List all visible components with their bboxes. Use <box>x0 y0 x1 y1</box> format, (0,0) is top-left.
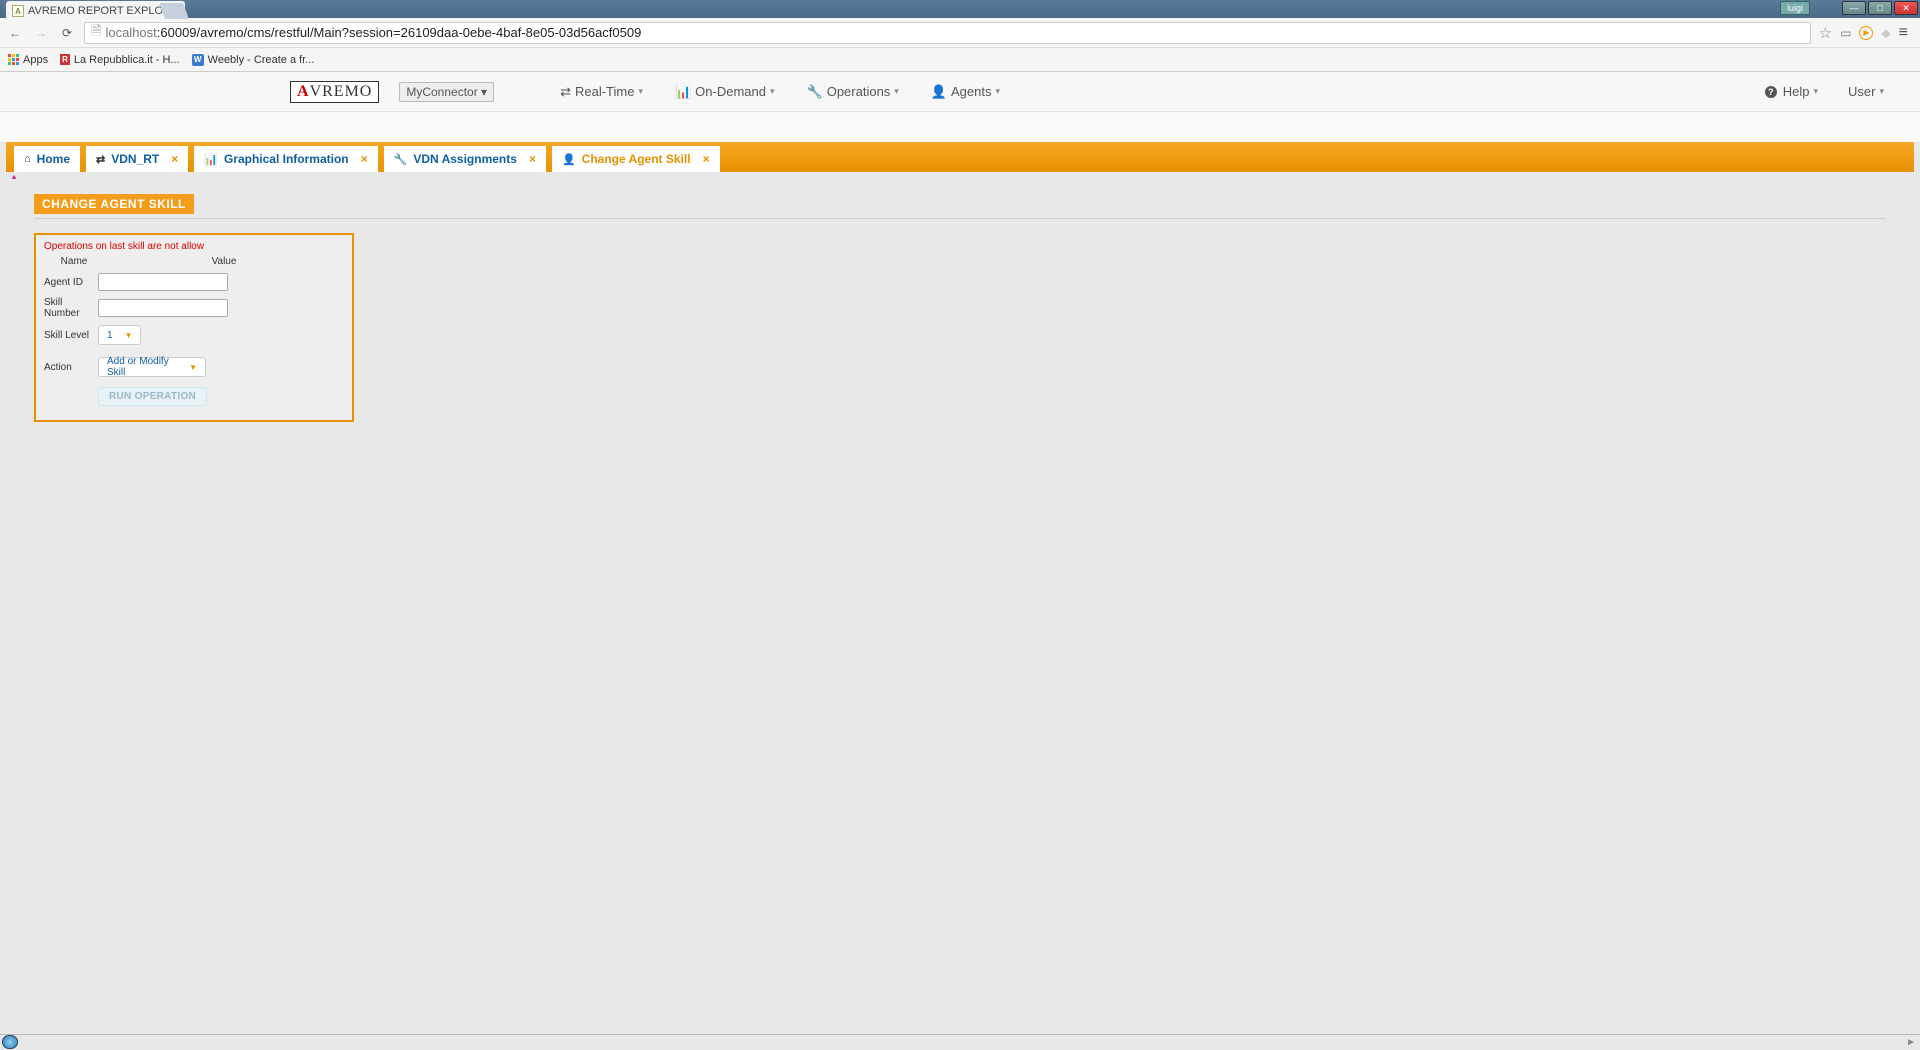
bookmark-apps[interactable]: Apps <box>8 54 48 66</box>
user-icon: 👤 <box>562 153 576 166</box>
label-agent-id: Agent ID <box>44 277 98 288</box>
connector-select[interactable]: MyConnector ▾ <box>399 82 494 102</box>
wrench-icon: 🔧 <box>394 153 408 166</box>
menu-ondemand[interactable]: 📊On-Demand▾ <box>669 80 781 104</box>
tab-change-agent-skill[interactable]: 👤 Change Agent Skill × <box>552 146 720 172</box>
window-minimize-button[interactable]: — <box>1842 1 1866 15</box>
reload-button[interactable]: ⟳ <box>58 24 76 42</box>
chevron-down-icon: ▼ <box>189 363 197 372</box>
app-logo[interactable]: AVREMO <box>290 81 379 103</box>
input-agent-id[interactable] <box>98 273 228 291</box>
devices-icon[interactable]: ▭ <box>1840 26 1851 40</box>
menu-label: User <box>1848 84 1875 99</box>
menu-label: Agents <box>951 84 991 99</box>
url-input[interactable]: 🗎 localhost:60009/avremo/cms/restful/Mai… <box>84 22 1811 44</box>
chart-icon: 📊 <box>675 84 691 100</box>
col-header-name: Name <box>44 256 104 267</box>
menu-operations[interactable]: 🔧Operations▾ <box>801 80 905 104</box>
tab-home[interactable]: ⌂ Home <box>14 146 80 172</box>
back-button[interactable]: ← <box>6 24 24 42</box>
window-maximize-button[interactable]: □ <box>1868 1 1892 15</box>
refresh-icon: ⇄ <box>560 84 571 100</box>
select-skill-level[interactable]: 1 ▼ <box>98 325 141 345</box>
close-icon[interactable]: × <box>171 152 178 166</box>
bookmark-weebly[interactable]: W Weebly - Create a fr... <box>192 54 315 66</box>
content-tabbar: ⌂ Home ⇄ VDN_RT × 📊 Graphical Informatio… <box>6 142 1914 172</box>
warning-text: Operations on last skill are not allow <box>44 241 344 252</box>
bookmark-label: Weebly - Create a fr... <box>208 54 315 66</box>
apps-icon <box>8 54 19 65</box>
tab-label: VDN_RT <box>111 152 159 166</box>
tab-label: Home <box>37 152 70 166</box>
run-operation-button[interactable]: RUN OPERATION <box>98 387 207 406</box>
menu-help[interactable]: ?Help▾ <box>1759 80 1824 103</box>
tab-label: VDN Assignments <box>413 152 517 166</box>
bookmark-repubblica[interactable]: R La Repubblica.it - H... <box>60 54 180 66</box>
extension-icon[interactable]: ▶ <box>1859 26 1873 40</box>
label-skill-number: Skill Number <box>44 297 98 319</box>
form-panel: Operations on last skill are not allow N… <box>34 233 354 422</box>
extension2-icon[interactable]: ◆ <box>1881 26 1890 40</box>
label-action: Action <box>44 362 98 373</box>
select-value: 1 <box>107 330 113 341</box>
menu-label: Real-Time <box>575 84 634 99</box>
forward-button[interactable]: → <box>32 24 50 42</box>
label-skill-level: Skill Level <box>44 330 98 341</box>
select-value: Add or Modify Skill <box>107 356 177 378</box>
app-header: AVREMO MyConnector ▾ ⇄Real-Time▾ 📊On-Dem… <box>0 72 1920 112</box>
horizontal-scrollbar[interactable]: ◄ ► <box>0 1034 1920 1050</box>
menu-user[interactable]: User▾ <box>1842 80 1890 103</box>
user-icon: 👤 <box>931 84 947 100</box>
close-icon[interactable]: × <box>703 152 710 166</box>
chevron-down-icon: ▼ <box>125 331 133 340</box>
tab-vdn-rt[interactable]: ⇄ VDN_RT × <box>86 146 188 172</box>
close-icon[interactable]: × <box>529 152 536 166</box>
scroll-right-icon[interactable]: ► <box>1906 1037 1916 1048</box>
bookmark-label: Apps <box>23 54 48 66</box>
refresh-icon: ⇄ <box>96 153 105 166</box>
favicon-icon: A <box>12 5 24 17</box>
start-orb-icon[interactable] <box>2 1035 18 1049</box>
bookmark-label: La Repubblica.it - H... <box>74 54 180 66</box>
home-icon: ⌂ <box>24 153 31 165</box>
wrench-icon: 🔧 <box>807 84 823 100</box>
address-bar: ← → ⟳ 🗎 localhost:60009/avremo/cms/restf… <box>0 18 1920 48</box>
browser-tab[interactable]: A AVREMO REPORT EXPLO × <box>6 1 185 21</box>
bookmarks-bar: Apps R La Repubblica.it - H... W Weebly … <box>0 48 1920 72</box>
repubblica-icon: R <box>60 54 70 65</box>
menu-label: On-Demand <box>695 84 766 99</box>
weebly-icon: W <box>192 54 204 66</box>
close-icon[interactable]: × <box>361 152 368 166</box>
url-host: localhost <box>105 25 156 40</box>
divider <box>34 218 1886 219</box>
menu-realtime[interactable]: ⇄Real-Time▾ <box>554 80 649 104</box>
browser-tab-title: AVREMO REPORT EXPLO <box>28 5 163 17</box>
bookmark-star-icon[interactable]: ☆ <box>1819 24 1832 42</box>
tab-vdn-assignments[interactable]: 🔧 VDN Assignments × <box>384 146 546 172</box>
tab-label: Graphical Information <box>224 152 349 166</box>
chrome-menu-icon[interactable]: ≡ <box>1899 24 1908 42</box>
window-close-button[interactable]: ✕ <box>1894 1 1918 15</box>
help-icon: ? <box>1765 86 1777 98</box>
url-path: :60009/avremo/cms/restful/Main?session=2… <box>157 25 642 40</box>
page-icon: 🗎 <box>91 22 101 44</box>
logo-text: VREMO <box>310 83 373 100</box>
menu-agents[interactable]: 👤Agents▾ <box>925 80 1006 104</box>
window-titlebar: luigi — □ ✕ <box>0 0 1920 18</box>
select-action[interactable]: Add or Modify Skill ▼ <box>98 357 206 377</box>
os-user-badge: luigi <box>1780 1 1810 15</box>
tab-label: Change Agent Skill <box>582 152 691 166</box>
tab-graphical-info[interactable]: 📊 Graphical Information × <box>194 146 377 172</box>
col-header-value: Value <box>104 256 344 267</box>
menu-label: Help <box>1783 84 1810 99</box>
input-skill-number[interactable] <box>98 299 228 317</box>
chart-icon: 📊 <box>204 153 218 166</box>
page-title: CHANGE AGENT SKILL <box>34 194 194 214</box>
menu-label: Operations <box>827 84 891 99</box>
